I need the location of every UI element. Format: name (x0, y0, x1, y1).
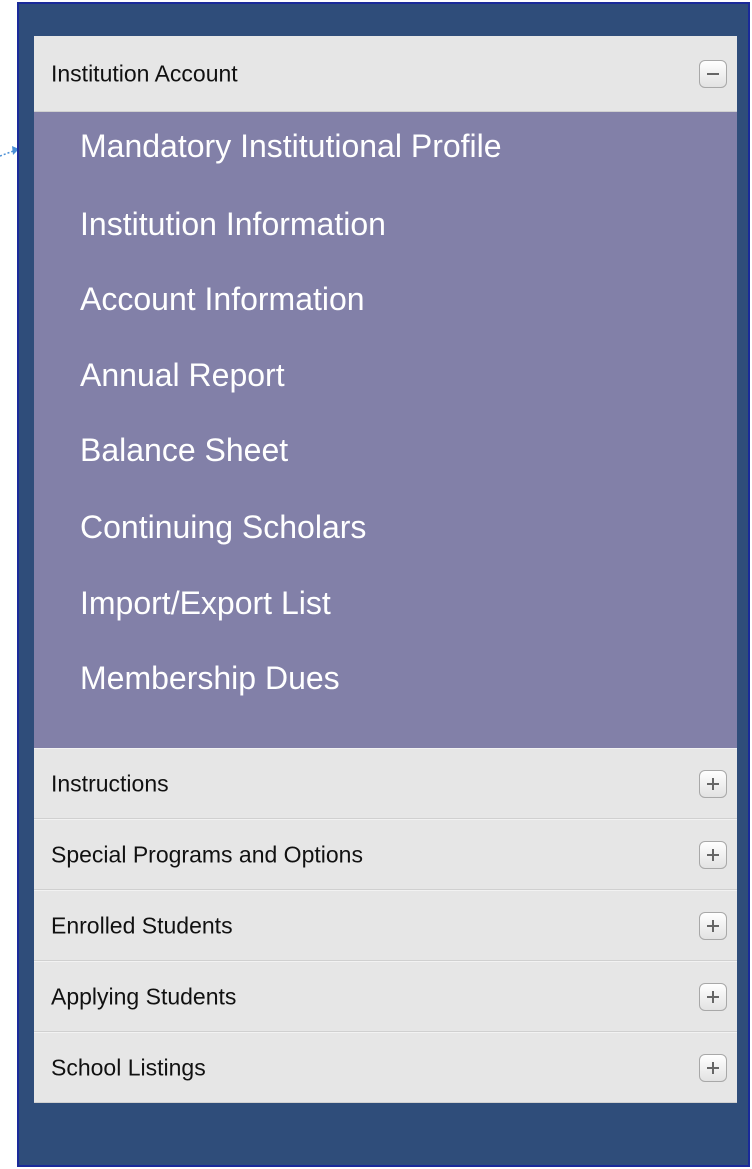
section-header-special-programs-and-options[interactable]: Special Programs and Options (34, 819, 737, 890)
plus-icon[interactable] (699, 769, 727, 798)
section-header-school-listings[interactable]: School Listings (34, 1032, 737, 1103)
minus-icon[interactable] (699, 59, 727, 88)
institution-account-panel: Mandatory Institutional Profile Institut… (34, 112, 737, 748)
plus-icon[interactable] (699, 1053, 727, 1082)
section-header-applying-students[interactable]: Applying Students (34, 961, 737, 1032)
plus-icon[interactable] (699, 982, 727, 1011)
section-header-instructions[interactable]: Instructions (34, 748, 737, 819)
plus-icon[interactable] (699, 840, 727, 869)
section-label: Instructions (51, 770, 169, 796)
section-label: School Listings (51, 1054, 206, 1080)
section-label: Enrolled Students (51, 912, 233, 938)
menu-item-import-export-list[interactable]: Import/Export List (80, 585, 331, 622)
section-label: Special Programs and Options (51, 841, 363, 867)
navigation-accordion: Institution Account Mandatory Institutio… (34, 36, 737, 1103)
section-header-institution-account[interactable]: Institution Account (34, 36, 737, 112)
menu-item-account-information[interactable]: Account Information (80, 281, 365, 318)
menu-item-mandatory-institutional-profile[interactable]: Mandatory Institutional Profile (80, 128, 502, 165)
section-label: Institution Account (51, 60, 238, 86)
menu-item-membership-dues[interactable]: Membership Dues (80, 660, 340, 697)
menu-item-balance-sheet[interactable]: Balance Sheet (80, 432, 288, 469)
menu-item-institution-information[interactable]: Institution Information (80, 206, 386, 243)
section-label: Applying Students (51, 983, 237, 1009)
menu-item-continuing-scholars[interactable]: Continuing Scholars (80, 509, 366, 546)
plus-icon[interactable] (699, 911, 727, 940)
menu-item-annual-report[interactable]: Annual Report (80, 357, 285, 394)
section-header-enrolled-students[interactable]: Enrolled Students (34, 890, 737, 961)
